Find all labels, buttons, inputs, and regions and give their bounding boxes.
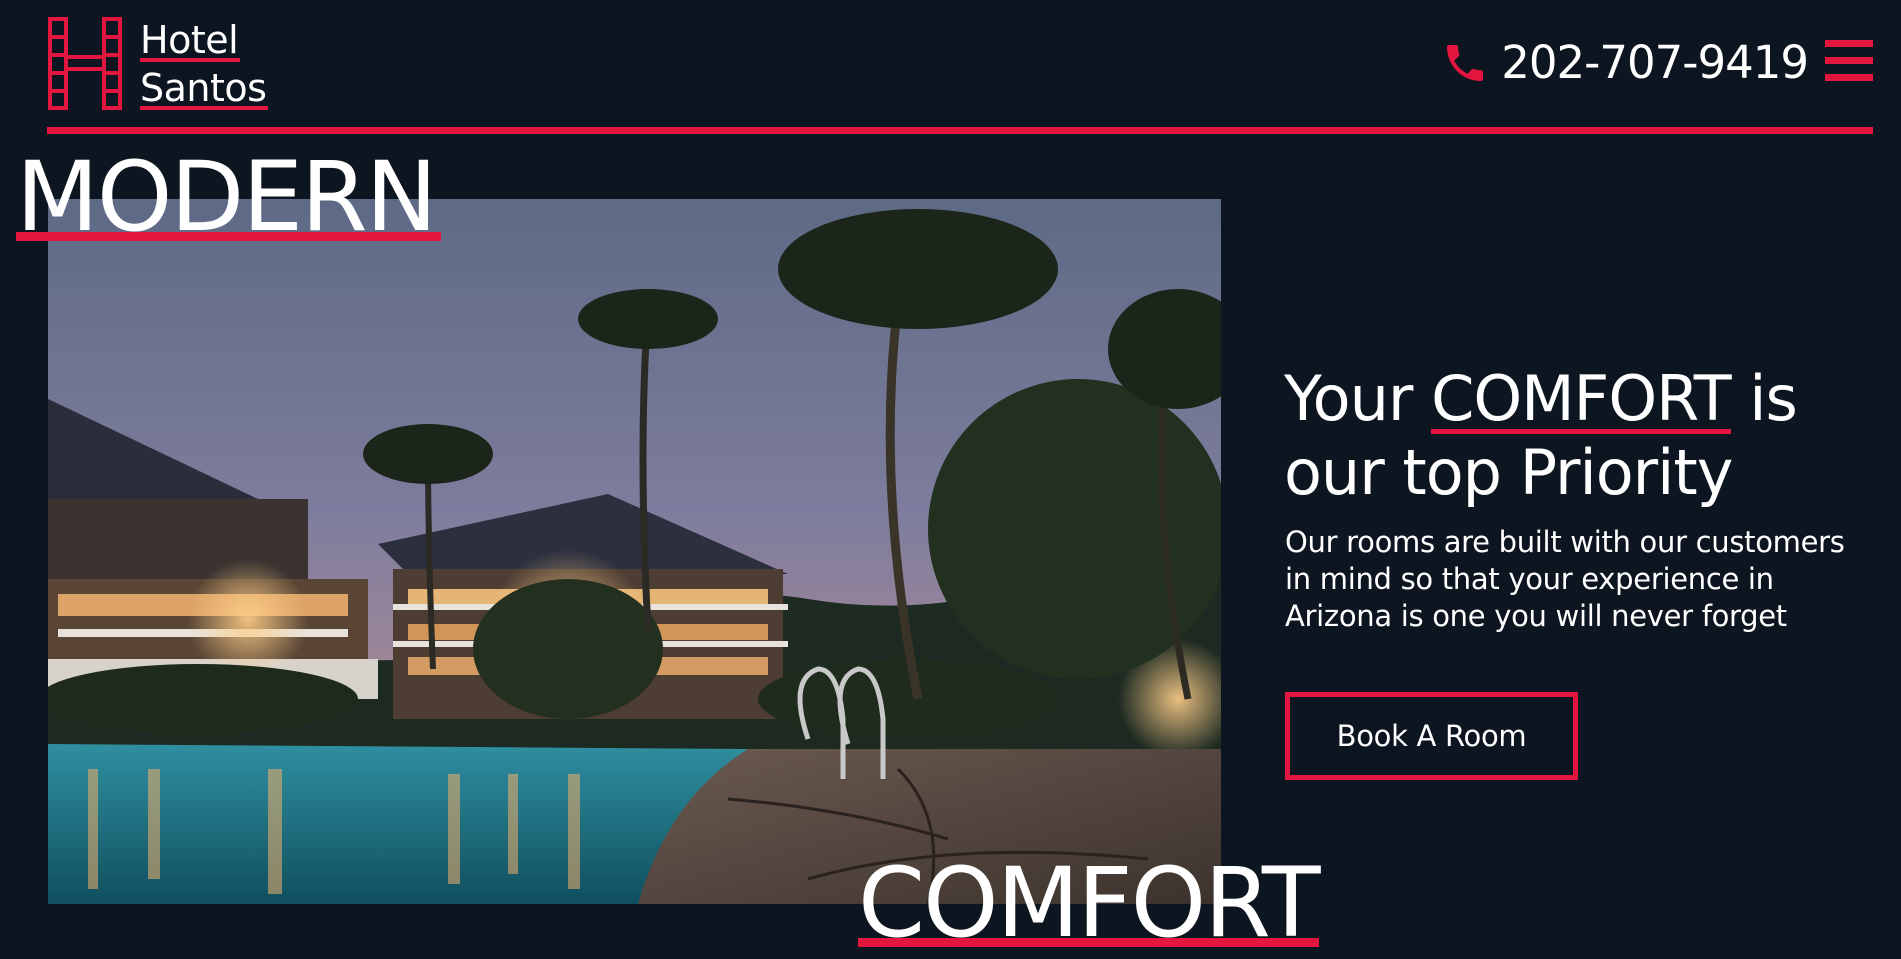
logo-text: Hotel Santos bbox=[140, 16, 269, 110]
headline-accent: COMFORT bbox=[1431, 362, 1732, 435]
headline-part1: Your bbox=[1284, 362, 1413, 435]
hero-headline: Your COMFORT is our top Priority bbox=[1284, 362, 1884, 510]
logo-word-hotel: Hotel bbox=[140, 18, 241, 62]
resort-pool-illustration bbox=[48, 199, 1221, 904]
hotel-logo-icon bbox=[48, 17, 122, 110]
menu-bar-bottom bbox=[1825, 74, 1873, 81]
phone-link[interactable]: 202-707-9419 bbox=[1441, 36, 1809, 89]
phone-number: 202-707-9419 bbox=[1501, 36, 1809, 89]
menu-bar-middle bbox=[1825, 57, 1873, 64]
hero-description: Our rooms are built with our customers i… bbox=[1285, 525, 1845, 633]
hero-word-modern: MODERN bbox=[16, 146, 442, 248]
phone-icon bbox=[1447, 45, 1484, 81]
hero-word-comfort: COMFORT bbox=[858, 847, 1321, 959]
hero-image bbox=[48, 199, 1221, 904]
hamburger-menu-icon[interactable] bbox=[1825, 40, 1873, 88]
home-logo-link[interactable]: Hotel Santos bbox=[48, 16, 269, 110]
header-divider bbox=[47, 127, 1873, 134]
menu-bar-top bbox=[1825, 40, 1873, 47]
logo-word-santos: Santos bbox=[140, 66, 269, 110]
book-room-button[interactable]: Book A Room bbox=[1285, 692, 1578, 780]
